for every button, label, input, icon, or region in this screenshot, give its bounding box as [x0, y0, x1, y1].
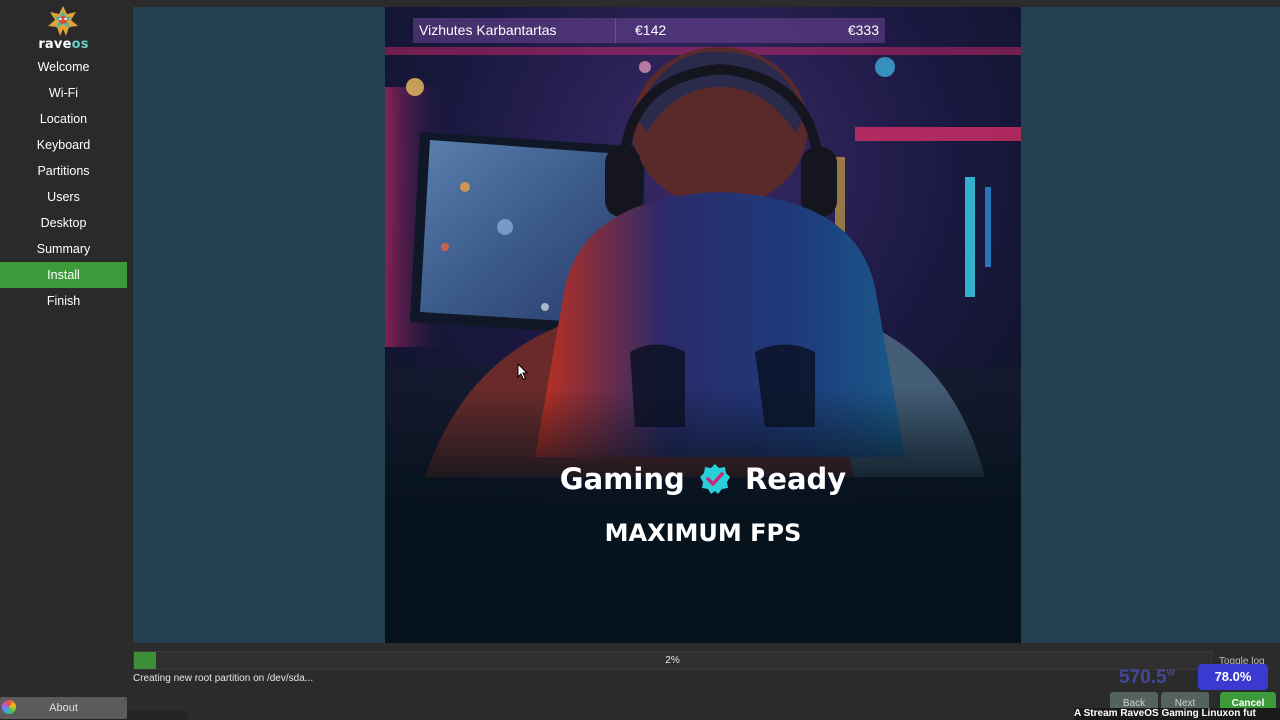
headline-right: Ready — [744, 462, 847, 496]
sidebar-item-summary[interactable]: Summary — [0, 236, 127, 262]
power-overlay: 570.5W — [1119, 667, 1175, 689]
verified-check-icon — [699, 464, 730, 494]
slideshow-image: Vizhutes Karbantartas €142 €333 Gaming R… — [385, 7, 1021, 643]
logo-text: raveos — [38, 37, 89, 52]
slide-headline: Gaming Ready — [385, 462, 1021, 496]
raveos-logo-icon — [48, 6, 78, 36]
price-new: €333 — [847, 22, 879, 38]
sidebar-item-finish[interactable]: Finish — [0, 288, 127, 314]
sidebar: raveos Welcome Wi-Fi Location Keyboard Parti… — [0, 0, 188, 720]
sidebar-nav: Welcome Wi-Fi Location Keyboard Partitions Us… — [0, 54, 127, 314]
headline-left: Gaming — [559, 462, 685, 496]
power-value: 570.5 — [1119, 667, 1167, 688]
overlay-percent-badge: 78.0% — [1198, 664, 1268, 690]
about-icon — [2, 700, 16, 714]
sidebar-item-location[interactable]: Location — [0, 106, 127, 132]
installer-window: raveos Welcome Wi-Fi Location Keyboard Parti… — [0, 0, 1280, 720]
sidebar-item-install[interactable]: Install — [0, 262, 127, 288]
stream-ticker: A Stream RaveOS Gaming Linuxon fut — [1074, 708, 1280, 720]
price-divider — [615, 18, 616, 43]
sidebar-item-partitions[interactable]: Partitions — [0, 158, 127, 184]
power-unit: W — [1166, 667, 1176, 678]
product-name: Vizhutes Karbantartas — [419, 22, 557, 38]
price-banner: Vizhutes Karbantartas €142 €333 — [413, 18, 885, 43]
install-status-text: Creating new root partition on /dev/sda.… — [133, 673, 314, 684]
sidebar-item-keyboard[interactable]: Keyboard — [0, 132, 127, 158]
slide-subhead: MAXIMUM FPS — [604, 519, 802, 547]
sidebar-item-wi-fi[interactable]: Wi-Fi — [0, 80, 127, 106]
about-label: About — [49, 702, 78, 714]
price-old: €142 — [635, 22, 667, 38]
install-progress-bar: 2% — [133, 651, 1212, 670]
progress-percent: 2% — [665, 655, 680, 666]
about-button[interactable]: About — [0, 697, 127, 719]
mouse-cursor-icon — [517, 363, 529, 381]
sidebar-item-users[interactable]: Users — [0, 184, 127, 210]
sidebar-item-welcome[interactable]: Welcome — [0, 54, 127, 80]
sidebar-item-desktop[interactable]: Desktop — [0, 210, 127, 236]
raveos-logo: raveos — [0, 2, 127, 52]
gaming-scene-illustration — [385, 7, 1021, 643]
